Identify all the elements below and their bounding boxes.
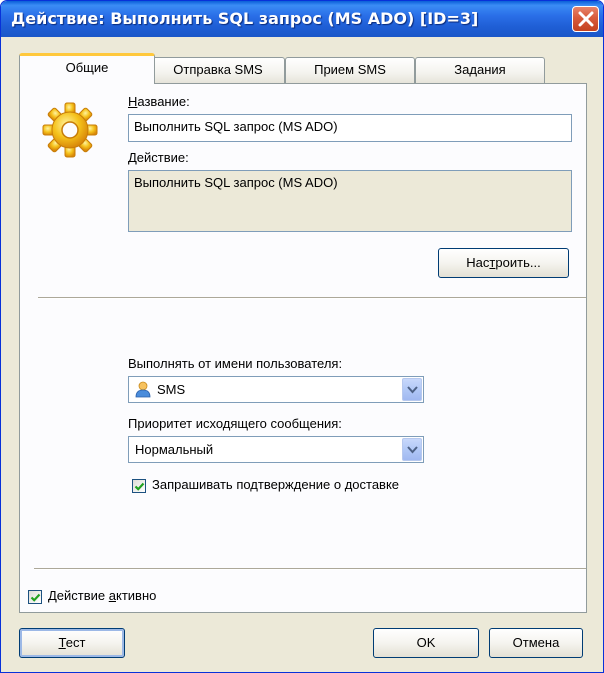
run-as-value: SMS (157, 382, 186, 397)
tab-label: Отправка SMS (173, 62, 263, 77)
checkmark-icon (30, 593, 41, 602)
checkmark-icon (134, 482, 145, 491)
tab-general[interactable]: Общие (19, 53, 155, 84)
configure-button[interactable]: Настроить... (438, 248, 569, 278)
window-title: Действие: Выполнить SQL запрос (MS ADO) … (11, 9, 479, 28)
divider (38, 297, 586, 299)
run-as-select[interactable]: SMS (128, 376, 424, 403)
chevron-down-icon (407, 386, 418, 394)
dialog-body: Общие Отправка SMS Прием SMS Задания Наз… (5, 37, 599, 670)
priority-label: Приоритет исходящего сообщения: (128, 416, 342, 431)
chevron-down-icon (407, 446, 418, 454)
user-icon (135, 381, 151, 398)
tab-label: Прием SMS (314, 62, 386, 77)
action-active-checkbox[interactable] (28, 590, 42, 604)
divider (34, 568, 586, 570)
ok-button[interactable]: OK (373, 628, 479, 658)
close-button[interactable] (572, 6, 599, 32)
tab-receive-sms[interactable]: Прием SMS (285, 57, 415, 83)
tab-panel-general: Название: Выполнить SQL запрос (MS ADO) … (19, 83, 587, 613)
gear-icon (42, 102, 98, 158)
test-button[interactable]: Тест (19, 628, 125, 658)
action-field: Выполнить SQL запрос (MS ADO) (128, 170, 572, 232)
delivery-confirm-checkbox[interactable] (132, 479, 146, 493)
name-label: Название: (128, 94, 190, 109)
action-active-label[interactable]: Действие активно (48, 588, 156, 603)
tab-send-sms[interactable]: Отправка SMS (151, 57, 285, 83)
dropdown-button[interactable] (402, 378, 422, 401)
tab-label: Задания (454, 62, 506, 77)
name-input[interactable]: Выполнить SQL запрос (MS ADO) (128, 114, 572, 142)
cancel-button[interactable]: Отмена (489, 628, 583, 658)
tab-label: Общие (65, 60, 109, 75)
title-bar[interactable]: Действие: Выполнить SQL запрос (MS ADO) … (1, 1, 603, 37)
priority-value: Нормальный (135, 442, 214, 457)
dropdown-button[interactable] (402, 438, 422, 461)
priority-select[interactable]: Нормальный (128, 436, 424, 463)
dialog-window: Действие: Выполнить SQL запрос (MS ADO) … (0, 0, 604, 673)
run-as-label: Выполнять от имени пользователя: (128, 356, 343, 371)
action-label: Действие: (128, 150, 189, 165)
close-icon (578, 11, 594, 27)
delivery-confirm-label[interactable]: Запрашивать подтверждение о доставке (152, 477, 399, 492)
tab-tasks[interactable]: Задания (415, 57, 545, 83)
